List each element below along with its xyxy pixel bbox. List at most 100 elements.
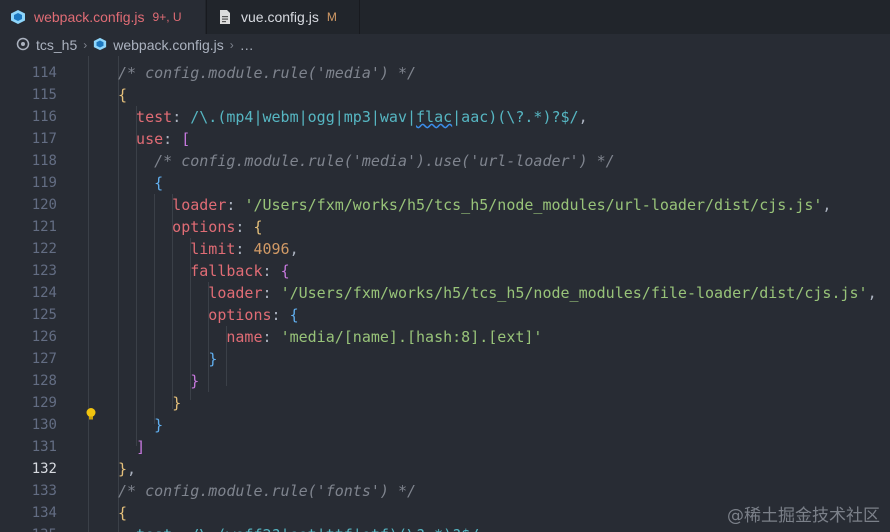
code-token: : — [262, 328, 281, 346]
code-token: [ — [181, 130, 191, 148]
lightbulb-icon[interactable] — [84, 406, 98, 420]
code-line[interactable]: 132}, — [0, 458, 890, 480]
code-text: loader: '/Users/fxm/works/h5/tcs_h5/node… — [118, 282, 877, 304]
code-line[interactable]: 128 } — [0, 370, 890, 392]
code-token: options — [118, 306, 272, 324]
tab-vue-config[interactable]: vue.config.js M — [206, 0, 360, 34]
watermark: @稀土掘金技术社区 — [727, 506, 880, 526]
code-line[interactable]: 120 loader: '/Users/fxm/works/h5/tcs_h5/… — [0, 194, 890, 216]
code-text: options: { — [118, 216, 263, 238]
code-line[interactable]: 126 name: 'media/[name].[hash:8].[ext]' — [0, 326, 890, 348]
code-token: } — [172, 394, 182, 412]
line-number: 117 — [31, 131, 57, 147]
code-text: limit: 4096, — [118, 238, 299, 260]
code-token: { — [118, 504, 128, 522]
tab-webpack-config[interactable]: webpack.config.js 9+, U — [0, 0, 205, 34]
code-line[interactable]: 123 fallback: { — [0, 260, 890, 282]
line-number: 132 — [31, 461, 57, 477]
code-text: options: { — [118, 304, 298, 326]
code-line[interactable]: 133 /* config.module.rule('fonts') */ — [0, 480, 890, 502]
code-token: , — [822, 196, 832, 214]
code-token: /* config.module.rule('fonts') */ — [118, 482, 417, 500]
breadcrumb-more[interactable]: … — [240, 37, 254, 53]
code-text: /* config.module.rule('fonts') */ — [118, 480, 416, 502]
line-number: 114 — [31, 65, 57, 81]
code-token: '/Users/fxm/works/h5/tcs_h5/node_modules… — [280, 284, 868, 302]
code-token: fallback — [118, 262, 263, 280]
line-number: 122 — [31, 241, 57, 257]
code-line[interactable]: 125 options: { — [0, 304, 890, 326]
breadcrumb-folder[interactable]: tcs_h5 — [36, 37, 77, 53]
code-line[interactable]: 127 } — [0, 348, 890, 370]
tab-label: vue.config.js — [241, 9, 319, 25]
code-line[interactable]: 115 { — [0, 84, 890, 106]
line-number: 119 — [31, 175, 57, 191]
code-text: ] — [118, 436, 145, 458]
code-token: , — [289, 240, 299, 258]
code-text: fallback: { — [118, 260, 290, 282]
tab-badge: 9+, U — [152, 10, 182, 24]
code-token: /* config.module.rule('media') */ — [118, 64, 417, 82]
code-text: /* config.module.rule('media').use('url-… — [118, 150, 615, 172]
line-number: 129 — [31, 395, 57, 411]
code-token: { — [154, 174, 164, 192]
chevron-right-icon: › — [229, 38, 234, 52]
code-line[interactable]: 114 /* config.module.rule('media') */ — [0, 62, 890, 84]
line-number: 135 — [0, 524, 57, 532]
code-token: 4096 — [253, 240, 290, 258]
code-token: 'media/[name].[hash:8].[ext]' — [280, 328, 543, 346]
line-number: 115 — [31, 87, 57, 103]
line-number: 127 — [31, 351, 57, 367]
code-token: { — [280, 262, 290, 280]
code-token: |aac)(\?.*)?$/ — [452, 108, 579, 126]
code-line[interactable]: 130 } — [0, 414, 890, 436]
code-token: , — [867, 284, 877, 302]
folder-icon — [16, 37, 30, 54]
line-number: 123 — [31, 263, 57, 279]
tab-bar: webpack.config.js 9+, U vue.config.js M — [0, 0, 890, 34]
code-text: } — [118, 392, 181, 414]
line-number: 133 — [31, 483, 57, 499]
code-line[interactable]: 121 options: { — [0, 216, 890, 238]
code-text: { — [118, 84, 127, 106]
code-line[interactable]: 117 use: [ — [0, 128, 890, 150]
code-text: } — [118, 414, 163, 436]
code-token: use — [118, 130, 164, 148]
code-line[interactable]: 116 test: /\.(mp4|webm|ogg|mp3|wav|flac|… — [0, 106, 890, 128]
code-token: '/Users/fxm/works/h5/tcs_h5/node_modules… — [244, 196, 823, 214]
code-token: { — [253, 218, 263, 236]
code-token: } — [190, 372, 200, 390]
tab-label: webpack.config.js — [34, 9, 145, 25]
code-token: , — [127, 460, 137, 478]
code-line[interactable]: 122 limit: 4096, — [0, 238, 890, 260]
code-token: /* config.module.rule('media').use('url-… — [118, 152, 615, 170]
code-token: : — [163, 130, 182, 148]
code-text: name: 'media/[name].[hash:8].[ext]' — [118, 326, 542, 348]
code-token: limit — [118, 240, 236, 258]
code-text: /* config.module.rule('media') */ — [118, 62, 416, 84]
code-token: : — [262, 262, 281, 280]
tab-badge: M — [326, 10, 337, 24]
code-token: flac — [416, 108, 453, 126]
code-token: : — [226, 196, 245, 214]
code-text: loader: '/Users/fxm/works/h5/tcs_h5/node… — [118, 194, 831, 216]
code-token: loader — [118, 284, 263, 302]
code-token: ] — [136, 438, 146, 456]
code-line[interactable]: 131 ] — [0, 436, 890, 458]
code-text: }, — [118, 458, 136, 480]
code-token: name — [118, 328, 263, 346]
code-token: test: /\.(woff2?|eot|ttf|otf)(\?.*)?$/, — [118, 526, 488, 532]
code-token: : — [271, 306, 290, 324]
code-token: : — [235, 240, 254, 258]
code-token: { — [118, 86, 128, 104]
code-line[interactable]: 119 { — [0, 172, 890, 194]
code-line[interactable]: 129 } — [0, 392, 890, 414]
code-editor[interactable]: 114 /* config.module.rule('media') */ 115 {… — [0, 56, 890, 532]
breadcrumb-file[interactable]: webpack.config.js — [113, 37, 224, 53]
code-text: } — [118, 370, 199, 392]
code-line[interactable]: 118 /* config.module.rule('media').use('… — [0, 150, 890, 172]
code-token: , — [578, 108, 588, 126]
code-line[interactable]: 124 loader: '/Users/fxm/works/h5/tcs_h5/… — [0, 282, 890, 304]
